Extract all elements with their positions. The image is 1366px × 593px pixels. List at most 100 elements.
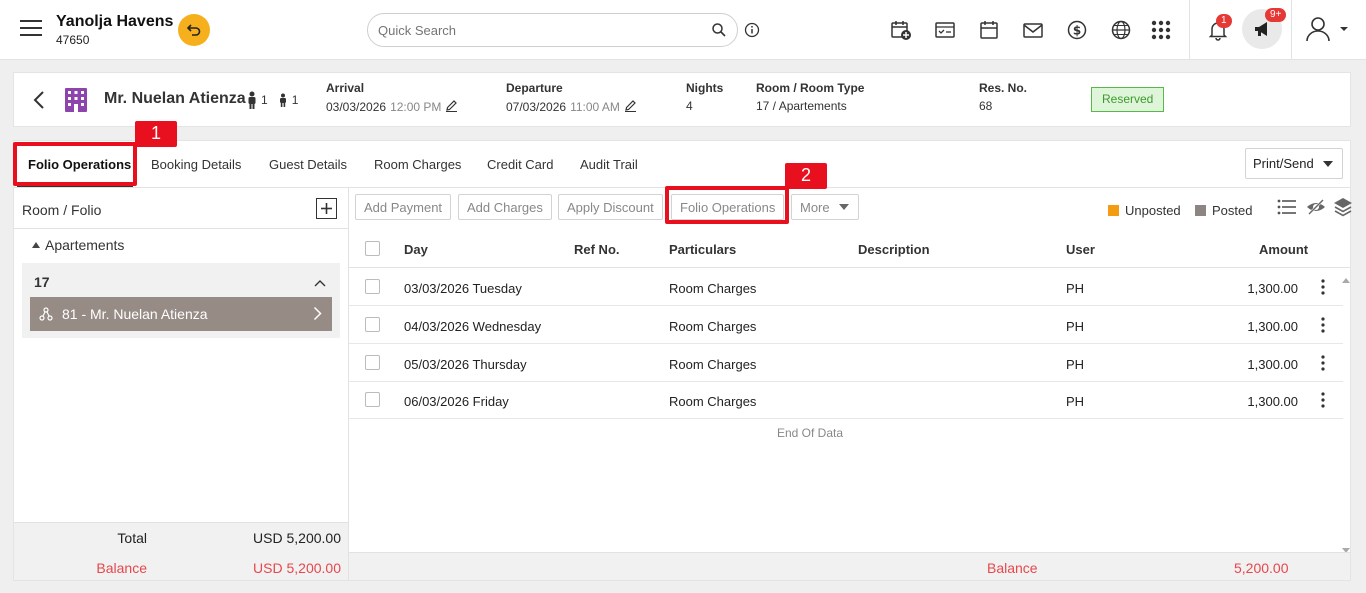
kebab-icon[interactable] — [1321, 317, 1325, 336]
departure-field: Departure 07/03/2026 11:00 AM — [506, 81, 637, 115]
toolbar-divider — [1291, 0, 1292, 60]
tab-folio-operations[interactable]: Folio Operations — [28, 157, 131, 172]
mail-icon[interactable] — [1021, 18, 1045, 42]
eye-off-icon[interactable] — [1306, 198, 1326, 219]
apply-discount-button[interactable]: Apply Discount — [558, 194, 663, 220]
calendar-add-icon[interactable] — [889, 18, 913, 42]
departure-date: 07/03/2026 — [506, 100, 567, 114]
column-user[interactable]: User — [1066, 242, 1095, 257]
room-folio-panel: Room / Folio Apartements 17 81 - Mr. Nue… — [14, 188, 349, 580]
dollar-icon[interactable]: $ — [1065, 18, 1089, 42]
tab-credit-card[interactable]: Credit Card — [487, 157, 553, 172]
chevron-up-icon[interactable] — [314, 275, 326, 290]
kebab-icon[interactable] — [1321, 355, 1325, 374]
guest-pax: 1 1 — [246, 91, 298, 109]
table-row[interactable]: 04/03/2026 Wednesday Room Charges PH 1,3… — [349, 306, 1343, 344]
search-input[interactable] — [378, 21, 698, 39]
undo-icon[interactable] — [178, 14, 210, 46]
kebab-icon[interactable] — [1321, 392, 1325, 411]
table-header: Day Ref No. Particulars Description User… — [349, 228, 1350, 268]
folio-panel: Folio Operations Booking Details Guest D… — [13, 140, 1353, 581]
edit-icon[interactable] — [445, 99, 458, 115]
row-checkbox[interactable] — [365, 279, 380, 294]
row-user: PH — [1066, 319, 1085, 334]
user-icon[interactable] — [1306, 17, 1350, 42]
row-particulars: Room Charges — [669, 319, 757, 334]
print-send-label: Print/Send — [1253, 156, 1314, 171]
arrival-field: Arrival 03/03/2026 12:00 PM — [326, 81, 458, 115]
print-send-button[interactable]: Print/Send — [1245, 148, 1343, 179]
table-row[interactable]: 05/03/2026 Thursday Room Charges PH 1,30… — [349, 344, 1343, 382]
nights-label: Nights — [686, 81, 724, 95]
adult-icon — [248, 91, 256, 109]
room-type-group[interactable]: Apartements — [32, 237, 124, 253]
unposted-swatch — [1108, 205, 1119, 216]
column-ref-no[interactable]: Ref No. — [574, 242, 620, 257]
tab-guest-details[interactable]: Guest Details — [269, 157, 347, 172]
row-amount: 1,300.00 — [1247, 281, 1298, 296]
tab-audit-trail[interactable]: Audit Trail — [580, 157, 638, 172]
row-user: PH — [1066, 281, 1085, 296]
scroll-up-icon[interactable] — [1342, 271, 1350, 286]
column-description[interactable]: Description — [858, 242, 930, 257]
guest-name: Mr. Nuelan Atienza — [104, 90, 246, 107]
svg-text:$: $ — [1073, 24, 1081, 38]
nights-field: Nights 4 — [686, 81, 723, 113]
folio-label: 81 - Mr. Nuelan Atienza — [62, 306, 208, 322]
row-checkbox[interactable] — [365, 355, 380, 370]
kebab-icon[interactable] — [1321, 279, 1325, 298]
total-label: Total — [117, 530, 147, 546]
checklist-icon[interactable] — [933, 18, 957, 42]
list-icon[interactable] — [1277, 198, 1297, 219]
chevron-left-icon[interactable] — [32, 90, 46, 113]
top-bar: Yanolja Havens 47650 $ 1 9+ — [0, 0, 1366, 60]
info-icon[interactable] — [744, 22, 760, 41]
chevron-right-icon — [313, 306, 322, 324]
globe-icon[interactable] — [1109, 18, 1133, 42]
row-day: 04/03/2026 Wednesday — [404, 319, 542, 334]
row-user: PH — [1066, 357, 1085, 372]
transactions-panel: Add Payment Add Charges Apply Discount F… — [349, 188, 1353, 580]
posted-swatch — [1195, 205, 1206, 216]
balance-label: Balance — [96, 560, 147, 576]
resno-label: Res. No. — [979, 81, 1028, 95]
table-row[interactable]: 03/03/2026 Tuesday Room Charges PH 1,300… — [349, 268, 1343, 306]
legend-posted: Posted — [1195, 203, 1252, 218]
more-button[interactable]: More — [791, 194, 859, 220]
caret-down-icon — [838, 204, 849, 210]
add-payment-button[interactable]: Add Payment — [355, 194, 452, 220]
layers-icon[interactable] — [1333, 197, 1353, 220]
footer-balance-label: Balance — [987, 560, 1038, 576]
add-charges-button[interactable]: Add Charges — [458, 194, 552, 220]
menu-icon[interactable] — [20, 20, 42, 38]
table-row[interactable]: 06/03/2026 Friday Room Charges PH 1,300.… — [349, 381, 1343, 419]
folio-operations-button[interactable]: Folio Operations — [671, 194, 785, 220]
row-day: 06/03/2026 Friday — [404, 394, 509, 409]
notification-count-badge: 1 — [1216, 14, 1232, 28]
apps-grid-icon[interactable] — [1149, 18, 1173, 42]
plus-icon[interactable] — [316, 198, 337, 219]
edit-icon[interactable] — [624, 99, 637, 115]
column-amount[interactable]: Amount — [1259, 242, 1308, 257]
tab-room-charges[interactable]: Room Charges — [374, 157, 461, 172]
room-number: 17 — [34, 274, 50, 290]
folio-totals: Total USD 5,200.00 Balance USD 5,200.00 — [14, 522, 348, 580]
folio-item[interactable]: 81 - Mr. Nuelan Atienza — [30, 297, 332, 331]
arrival-time: 12:00 PM — [390, 100, 442, 114]
select-all-checkbox[interactable] — [365, 241, 380, 256]
row-checkbox[interactable] — [365, 317, 380, 332]
column-particulars[interactable]: Particulars — [669, 242, 736, 257]
column-day[interactable]: Day — [404, 242, 428, 257]
room-label: Room / Room Type — [756, 81, 865, 95]
row-checkbox[interactable] — [365, 392, 380, 407]
toolbar-divider — [1189, 0, 1190, 60]
property-id: 47650 — [56, 33, 90, 47]
calendar-icon[interactable] — [977, 18, 1001, 42]
departure-time: 11:00 AM — [570, 100, 620, 114]
resno-value: 68 — [979, 99, 993, 113]
tab-booking-details[interactable]: Booking Details — [151, 157, 241, 172]
unposted-label: Unposted — [1125, 203, 1181, 218]
search-icon[interactable] — [711, 22, 727, 41]
departure-label: Departure — [506, 81, 563, 95]
end-of-data: End Of Data — [776, 426, 844, 440]
